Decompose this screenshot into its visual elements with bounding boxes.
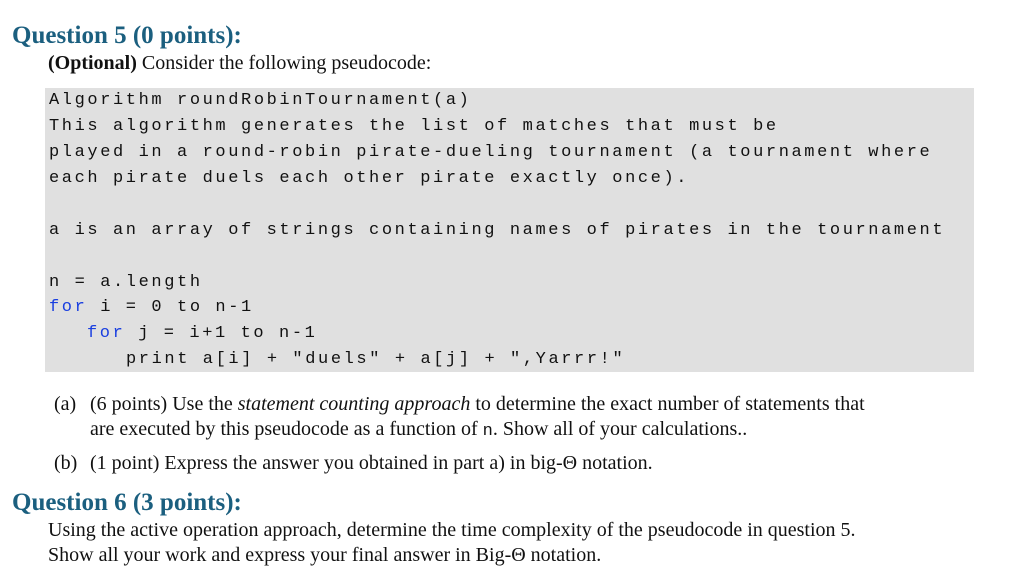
question-5-title: Question 5 (0 points): [12, 22, 242, 49]
code-line: a is an array of strings containing name… [49, 221, 946, 240]
text: . Show all of your calculations.. [492, 418, 748, 440]
code-line: n = a.length [49, 273, 203, 292]
optional-label: (Optional) [48, 52, 137, 74]
code-line: for i = 0 to n-1 [49, 295, 254, 321]
part-b-label: (b) [54, 452, 78, 474]
question-5-intro: (Optional) Consider the following pseudo… [48, 52, 431, 75]
code-line: for j = i+1 to n-1 [87, 321, 317, 347]
keyword-for: for [49, 298, 88, 317]
part-a-text: (6 points) Use the statement counting ap… [90, 393, 865, 416]
question-6-line-2: Show all your work and express your fina… [48, 544, 602, 566]
question-6-line-1: Using the active operation approach, det… [48, 519, 856, 541]
text: (6 points) Use the [90, 393, 238, 415]
code-line: print a[i] + "duels" + a[j] + ",Yarrr!" [126, 350, 626, 369]
intro-text: Consider the following pseudocode: [136, 52, 432, 74]
code-text: j = i+1 to n-1 [125, 324, 318, 343]
code-line: This algorithm generates the list of mat… [49, 117, 779, 136]
code-text: i = 0 to n-1 [87, 298, 254, 317]
part-a-text-2: are executed by this pseudocode as a fun… [90, 418, 747, 441]
pseudocode-block: Algorithm roundRobinTournament(a) This a… [45, 88, 974, 372]
keyword-for: for [87, 324, 126, 343]
code-line: Algorithm roundRobinTournament(a) [49, 91, 472, 110]
code-line: each pirate duels each other pirate exac… [49, 169, 690, 188]
text: to determine the exact number of stateme… [470, 393, 865, 415]
part-b-text: (1 point) Express the answer you obtaine… [90, 452, 653, 474]
part-a-label: (a) [54, 393, 77, 415]
code-line: played in a round-robin pirate-dueling t… [49, 143, 933, 162]
question-6-title: Question 6 (3 points): [12, 489, 242, 516]
emphasis: statement counting approach [237, 393, 471, 415]
code-n: n [482, 422, 493, 441]
text: are executed by this pseudocode as a fun… [90, 418, 483, 440]
